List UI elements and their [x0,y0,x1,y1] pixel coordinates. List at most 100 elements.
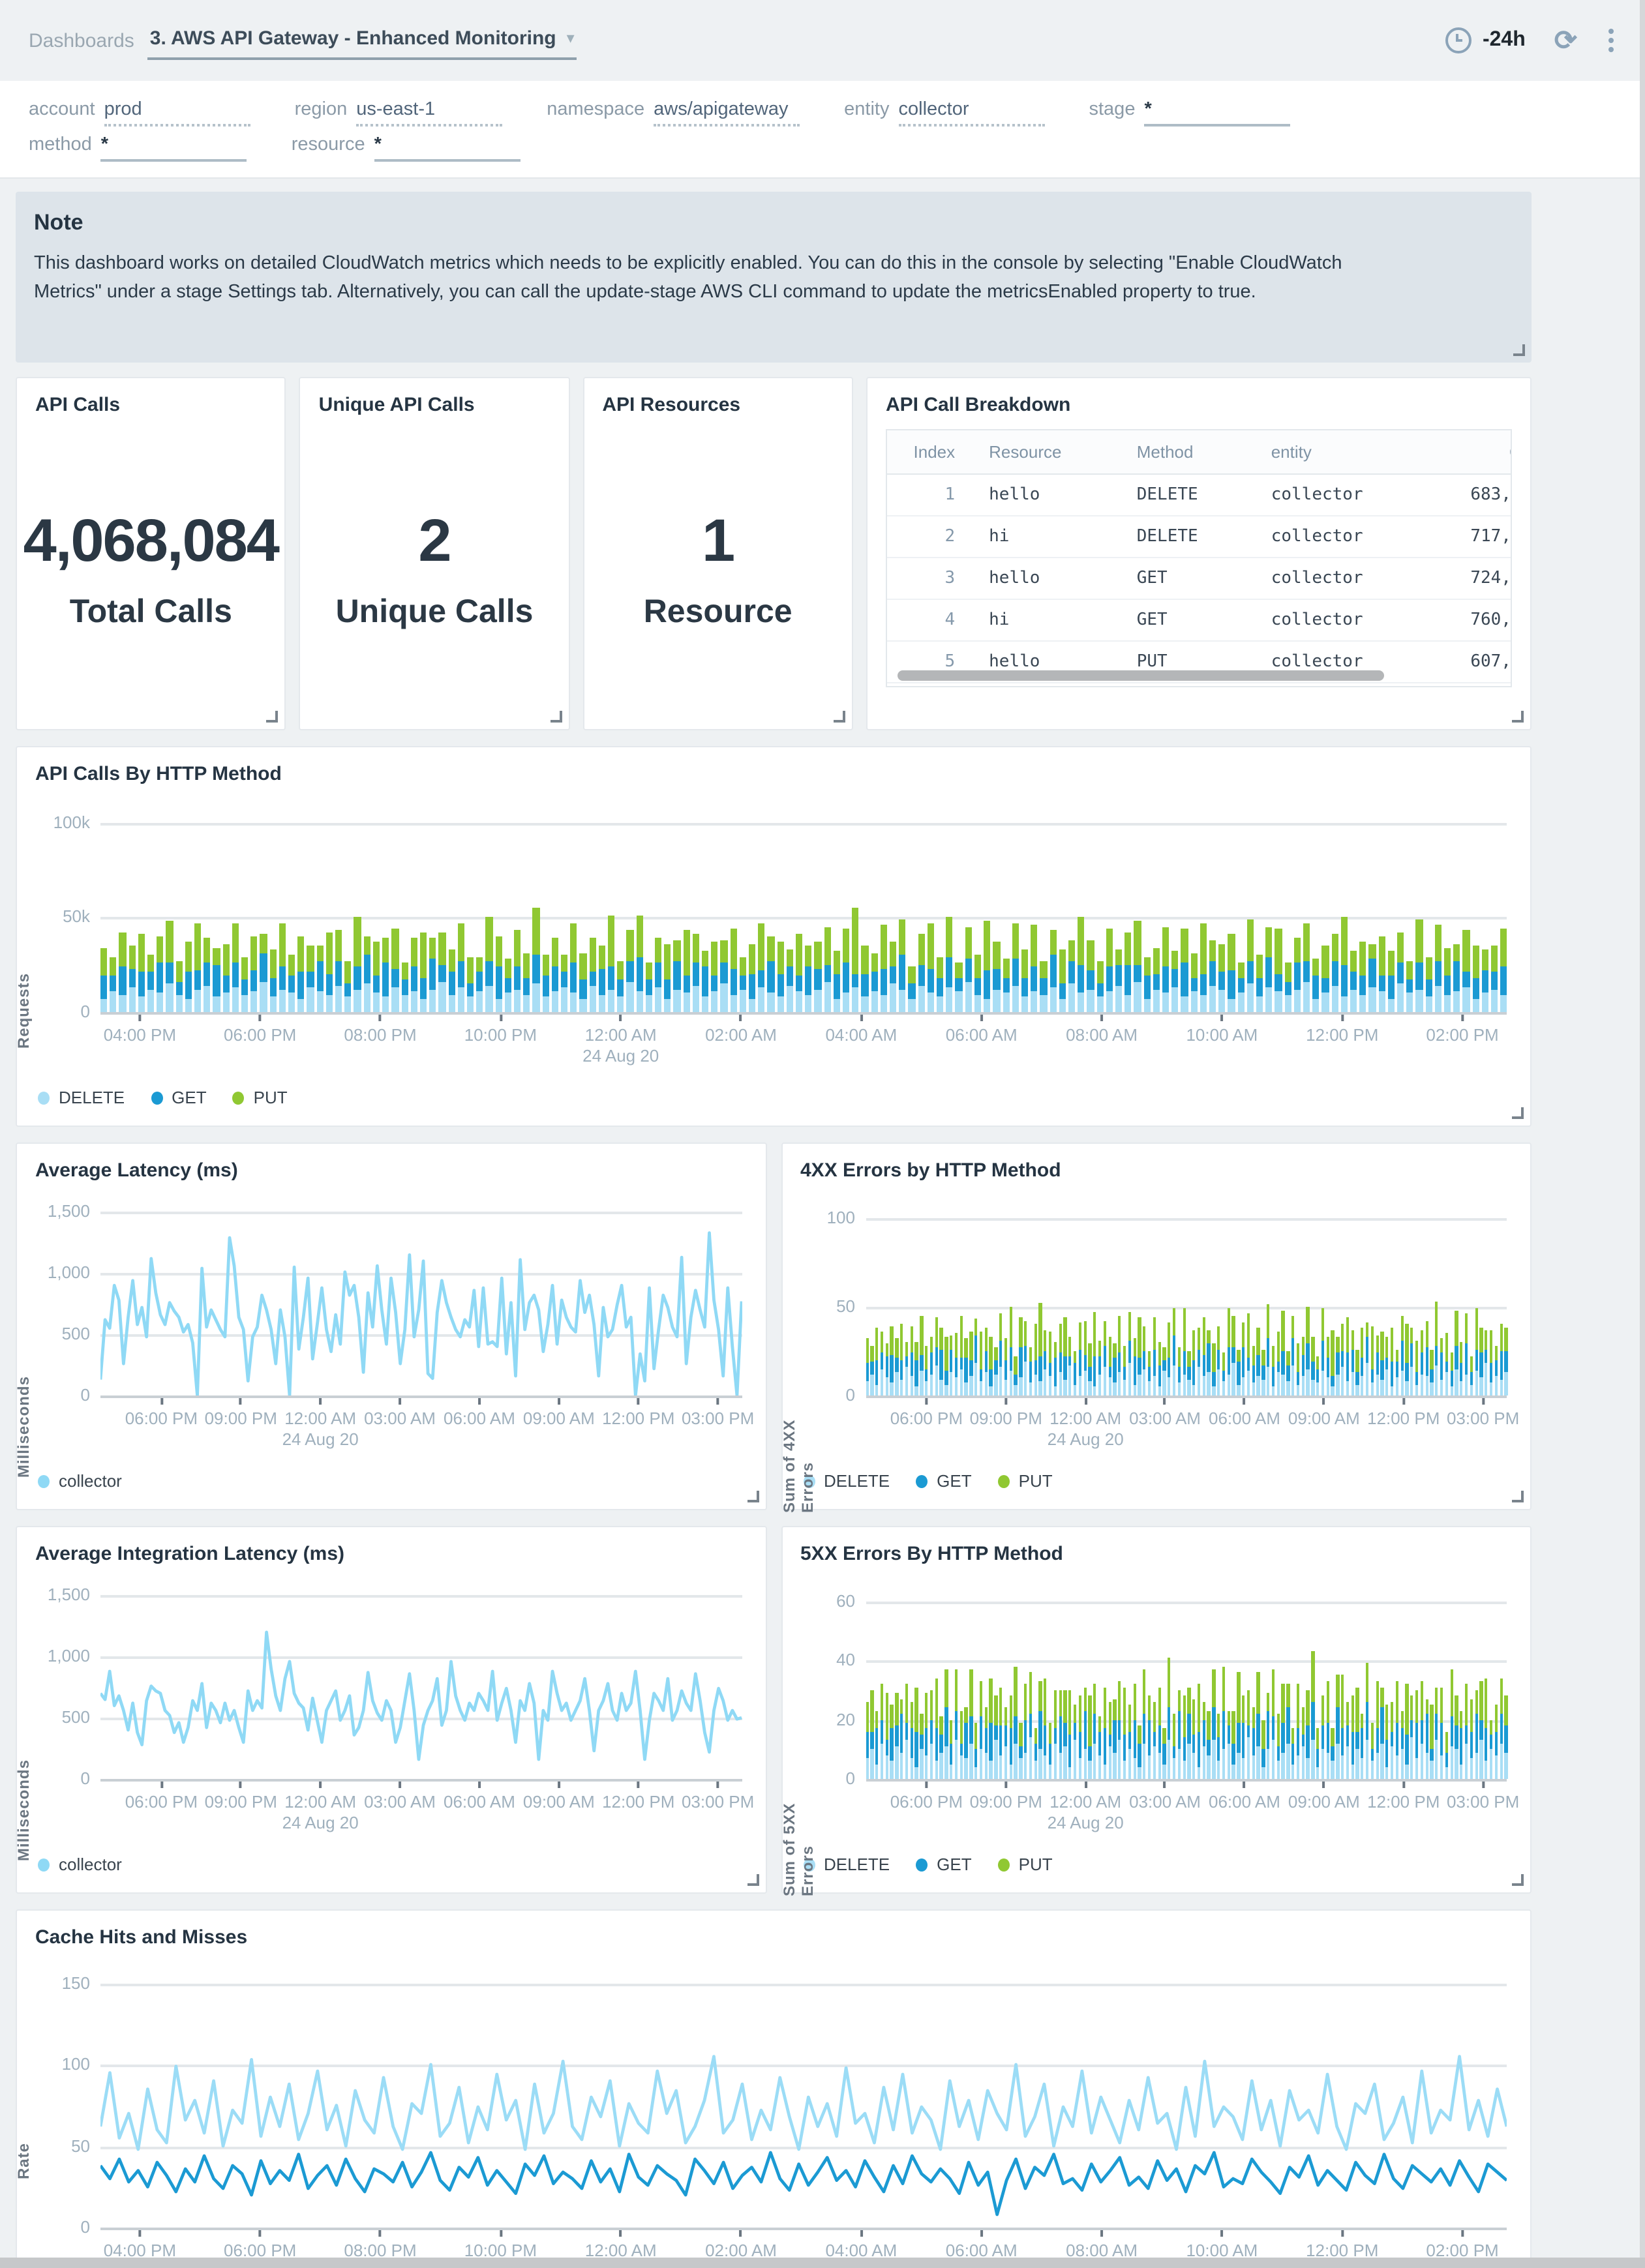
filter-method-value[interactable]: * [100,134,247,162]
filter-method[interactable]: method * [29,134,247,162]
filter-region-value[interactable]: us-east-1 [356,99,503,127]
resize-handle[interactable] [747,1874,759,1886]
chart-panel-cache-hits-and-misses: Cache Hits and Misses Rate 150 100 50 0 04:00… [14,1909,1532,2258]
note-body: This dashboard works on detailed CloudWa… [34,253,1342,303]
stacked-bar [1380,1200,1384,1395]
stacked-bar [1296,1200,1300,1395]
legend-item-put[interactable]: PUT [997,1471,1053,1491]
resize-handle[interactable] [550,711,562,723]
resize-handle[interactable] [1511,711,1524,723]
stacked-bar [1326,1583,1329,1779]
stacked-bar [1034,1200,1037,1395]
stacked-bar [1370,1583,1374,1779]
legend-item-put[interactable]: PUT [997,1855,1053,1874]
stacked-bar [1321,1583,1325,1779]
stacked-bar [979,1583,983,1779]
legend-item-delete[interactable]: DELETE [38,1088,125,1107]
filter-namespace[interactable]: namespace aws/apigateway [547,99,800,127]
stacked-bar [1192,1583,1196,1779]
stacked-bar [1303,803,1310,1012]
y-tick-label: 20 [836,1709,855,1729]
x-tick-label: 02:00 AM [705,2230,777,2258]
x-tick-label: 12:00 PM [1306,1015,1378,1045]
filter-stage[interactable]: stage * [1089,99,1291,127]
resize-handle[interactable] [747,1491,759,1502]
stacked-bar [157,803,164,1012]
time-picker[interactable]: -24h [1445,27,1526,53]
y-tick-label: 1,500 [47,1201,90,1221]
stacked-bar [1435,1583,1438,1779]
resize-handle[interactable] [1512,1107,1524,1119]
filter-namespace-value[interactable]: aws/apigateway [654,99,800,127]
resize-handle[interactable] [1513,344,1525,356]
resize-handle[interactable] [1512,1491,1524,1502]
resize-handle[interactable] [1512,1874,1524,1886]
stacked-bar [989,1200,993,1395]
page-horizontal-scrollbar[interactable] [0,2258,1645,2268]
stacked-bar [1267,1583,1270,1779]
legend-item-get[interactable]: GET [151,1088,207,1107]
legend-item-collector[interactable]: collector [38,1471,122,1491]
x-tick-label: 03:00 AM [364,1398,436,1428]
stacked-bar [1261,1583,1265,1779]
stats-row: API Calls 4,068,084 Total Calls Unique A… [16,377,1532,730]
stacked-bar [875,1583,879,1779]
legend-item-get[interactable]: GET [916,1471,972,1491]
stacked-bar [1405,1583,1409,1779]
stacked-bar [1361,1583,1364,1779]
chart-panel-api-calls-by-http-method: API Calls By HTTP Method Requests 100k 50k… [14,746,1532,1127]
stacked-bar [1187,1200,1191,1395]
stat-value: 1 [702,505,735,573]
legend-item-put[interactable]: PUT [232,1088,288,1107]
stacked-bar [1286,1583,1290,1779]
stacked-bar [910,1200,913,1395]
stacked-bar [1143,1583,1146,1779]
filter-resource[interactable]: resource * [292,134,521,162]
x-tick-sublabel: 24 Aug 20 [282,1813,359,1832]
filter-entity[interactable]: entity collector [844,99,1045,127]
resize-handle[interactable] [266,711,279,723]
x-tick-label: 06:00 PM [890,1782,963,1812]
page-vertical-scrollbar[interactable] [1640,0,1645,2268]
stacked-bar [1281,1200,1285,1395]
stacked-bar [929,1200,933,1395]
stacked-bar [1158,1583,1161,1779]
stacked-bar [1044,1583,1047,1779]
dashboard-selector[interactable]: 3. AWS API Gateway - Enhanced Monitoring… [147,22,577,59]
stacked-bar [994,1200,998,1395]
stacked-bar [994,1583,998,1779]
stacked-bar [297,803,305,1012]
stacked-bar [1387,803,1395,1012]
filter-account-value[interactable]: prod [104,99,250,127]
filter-account[interactable]: account prod [29,99,250,127]
table-row: 2hiDELETEcollector717,1 [886,516,1511,558]
stacked-bar [1063,1583,1067,1779]
kebab-menu-icon[interactable] [1606,26,1616,55]
filter-stage-value[interactable]: * [1144,99,1291,127]
stacked-bar [1138,1583,1141,1779]
x-tick-label: 06:00 AM [1209,1782,1280,1812]
x-axis: 06:00 PM 09:00 PM 12:00 AM 24 Aug 20 03:00 A… [866,1782,1519,1834]
legend-item-get[interactable]: GET [916,1855,972,1874]
filter-region[interactable]: region us-east-1 [295,99,503,127]
legend-label: collector [59,1855,122,1874]
filter-resource-value[interactable]: * [374,134,521,162]
legend-item-collector[interactable]: collector [38,1855,122,1874]
stacked-bar [920,1200,924,1395]
x-tick-label: 06:00 AM [946,1015,1018,1045]
plot-area: 1,500 1,000 500 0 [48,1583,742,1788]
line-series-group [100,1583,742,1779]
stacked-bar [1504,1583,1508,1779]
stacked-bar [824,803,831,1012]
resize-handle[interactable] [833,711,845,723]
y-tick-label: 0 [845,1768,855,1788]
stacked-bar [1485,1583,1488,1779]
stacked-bar [1321,1200,1325,1395]
stacked-bar [1460,1200,1463,1395]
refresh-icon[interactable]: ⟳ [1554,27,1577,54]
stacked-bar [1162,1200,1166,1395]
stacked-bar [636,803,643,1012]
time-range-label: -24h [1482,29,1526,51]
table-horizontal-scrollbar[interactable] [897,670,1384,681]
filter-entity-value[interactable]: collector [898,99,1045,127]
